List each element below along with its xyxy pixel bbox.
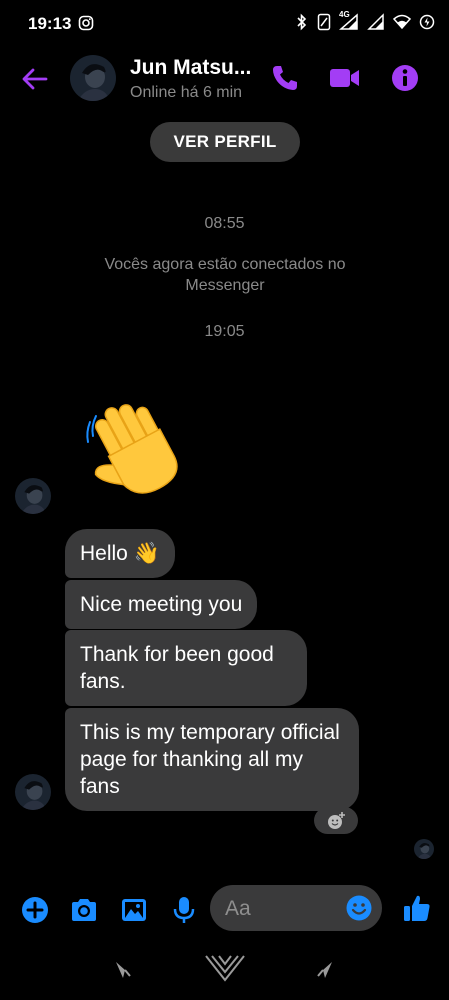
signal-icon — [367, 13, 385, 36]
voice-call-button[interactable] — [270, 63, 300, 93]
more-actions-button[interactable] — [20, 895, 50, 925]
video-call-button[interactable] — [328, 63, 362, 93]
timestamp: 19:05 — [204, 323, 245, 340]
nav-back-icon — [116, 962, 131, 978]
timestamp: 08:55 — [204, 215, 245, 232]
info-icon — [392, 65, 418, 91]
phone-icon — [273, 66, 297, 90]
thumbs-up-icon — [404, 895, 430, 921]
message-bubble[interactable]: Thank for been good fans. — [65, 630, 307, 706]
info-button[interactable] — [390, 63, 420, 93]
image-icon — [122, 899, 146, 921]
video-camera-icon — [330, 69, 359, 87]
message-composer: Aa — [0, 884, 449, 934]
status-time: 19:13 — [28, 14, 72, 33]
contact-avatar[interactable] — [70, 55, 116, 101]
contact-status: Online há 6 min — [130, 84, 243, 101]
message-input-placeholder: Aa — [225, 897, 251, 920]
message-bubble[interactable]: This is my temporary official page for t… — [65, 708, 359, 811]
instagram-notification-icon — [78, 15, 94, 36]
seen-indicator-avatar — [414, 839, 434, 859]
arrow-left-icon — [22, 68, 48, 90]
network-type-label: 4G — [339, 10, 350, 19]
chat-header: Jun Matsu... Online há 6 min — [0, 46, 449, 112]
camera-icon — [72, 899, 96, 921]
contact-name[interactable]: Jun Matsu... — [130, 56, 251, 80]
nav-recents-button[interactable] — [314, 958, 336, 985]
battery-icon — [419, 13, 435, 36]
nav-home-button[interactable] — [204, 952, 246, 987]
smiley-plus-icon — [328, 811, 345, 829]
status-icons: 4G — [295, 10, 435, 36]
camera-button[interactable] — [69, 895, 99, 925]
smiley-icon — [346, 895, 372, 921]
wifi-icon — [392, 14, 412, 35]
back-button[interactable] — [20, 64, 50, 94]
bluetooth-icon — [295, 13, 309, 36]
message-input[interactable]: Aa — [210, 885, 382, 931]
voice-message-button[interactable] — [169, 895, 199, 925]
message-bubble[interactable]: Nice meeting you — [65, 580, 258, 629]
waving-hand-emoji[interactable] — [82, 392, 194, 504]
emoji-button[interactable] — [345, 894, 373, 922]
nav-home-icon — [205, 955, 245, 982]
like-button[interactable] — [401, 892, 433, 924]
add-reaction-button[interactable] — [314, 807, 358, 834]
sender-avatar[interactable] — [15, 478, 51, 514]
gallery-button[interactable] — [119, 895, 149, 925]
view-profile-button[interactable]: VER PERFIL — [150, 122, 300, 162]
nav-back-button[interactable] — [112, 958, 134, 985]
nav-recents-icon — [317, 962, 332, 978]
message-bubble[interactable]: Hello 👋 — [65, 529, 175, 578]
status-bar: 19:13 4G — [0, 0, 449, 46]
signal-4g-icon: 4G — [339, 10, 359, 36]
sender-avatar[interactable] — [15, 774, 51, 810]
system-navigation-bar — [0, 940, 449, 1000]
plus-circle-icon — [22, 897, 48, 923]
system-message: Vocês agora estão conectados no Messenge… — [104, 256, 346, 294]
microphone-icon — [173, 897, 195, 923]
nfc-icon — [317, 13, 331, 36]
